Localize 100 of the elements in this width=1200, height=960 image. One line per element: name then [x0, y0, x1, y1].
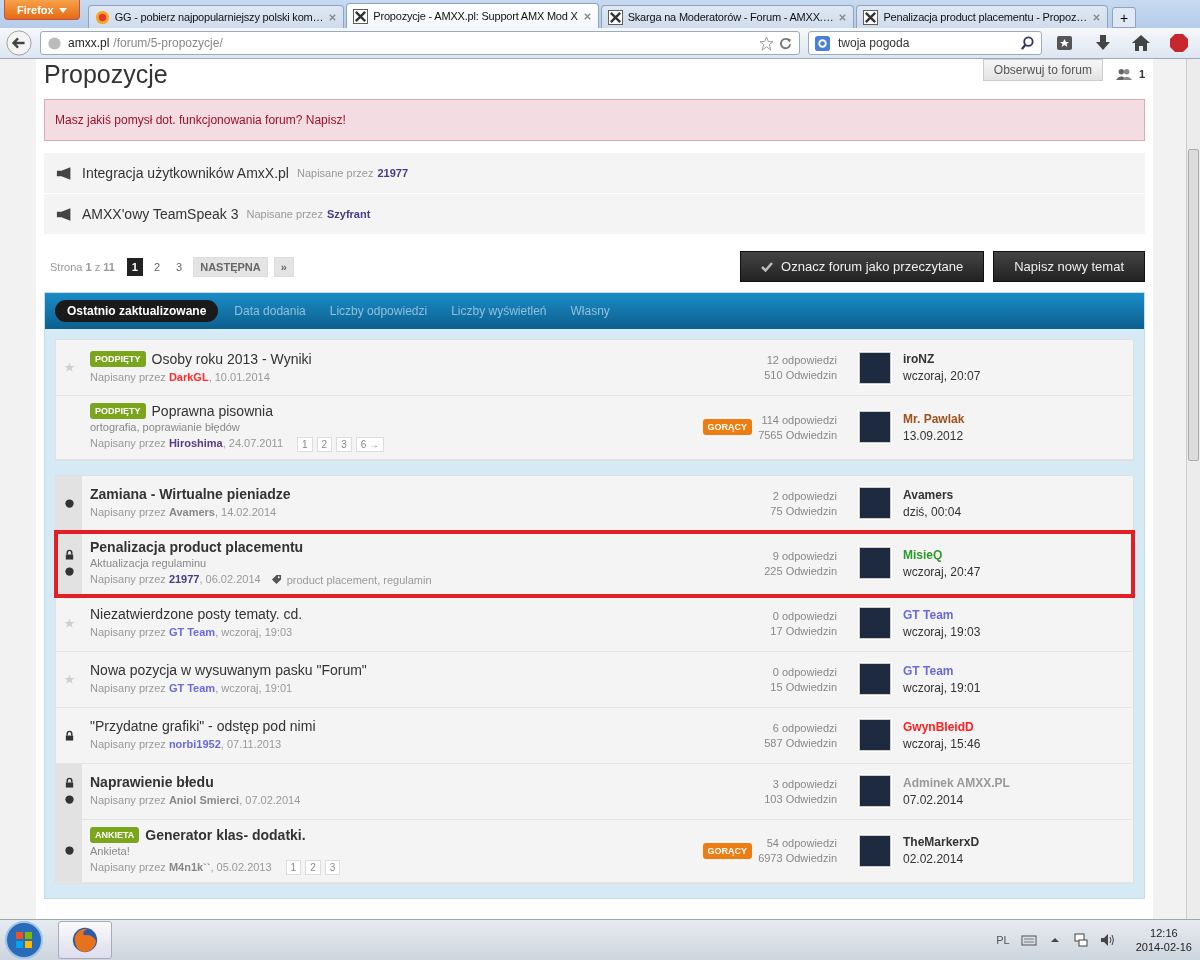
- last-poster-link[interactable]: Mr. Pawlak: [903, 411, 1133, 426]
- reply-count: 114 odpowiedzi: [761, 413, 837, 426]
- close-icon[interactable]: [1092, 12, 1101, 22]
- page-link[interactable]: 2: [316, 436, 333, 452]
- author-link[interactable]: 21977: [168, 572, 200, 585]
- search-engine-icon[interactable]: [815, 35, 830, 51]
- page-link[interactable]: 6 →: [355, 436, 385, 452]
- page-link[interactable]: 3: [336, 436, 352, 452]
- close-icon[interactable]: [328, 12, 338, 22]
- avatar-placeholder: [859, 663, 891, 696]
- author-link[interactable]: 21977: [377, 167, 408, 179]
- browser-tab[interactable]: GG - pobierz najpopularniejszy polski kom…: [87, 5, 345, 28]
- browser-tab[interactable]: Propozycje - AMXX.pl: Support AMX Mod X: [346, 3, 599, 28]
- follow-forum-button[interactable]: Obserwuj to forum: [982, 59, 1103, 81]
- taskbar-app-button[interactable]: [58, 921, 112, 959]
- topic-title[interactable]: Generator klas- dodatki.: [145, 826, 306, 843]
- author-link[interactable]: Hiroshima: [168, 437, 223, 449]
- close-icon[interactable]: [838, 12, 848, 22]
- page-link[interactable]: 1: [126, 257, 143, 276]
- sort-tab[interactable]: Ostatnio zaktualizowane: [55, 300, 219, 322]
- next-page-button[interactable]: NASTĘPNA: [193, 256, 268, 277]
- star-icon[interactable]: [759, 35, 774, 51]
- fox-globe-icon: [71, 926, 99, 954]
- clock-time[interactable]: 12:16: [1150, 927, 1178, 939]
- browser-tab[interactable]: Penalizacja product placementu - Propoz…: [856, 5, 1108, 28]
- view-count: 17 Odwiedzin: [770, 624, 837, 637]
- page-indicator: Strona 1 z 11: [50, 260, 115, 273]
- topic-title[interactable]: Osoby roku 2013 - Wyniki: [151, 350, 312, 367]
- last-page-button[interactable]: »: [273, 256, 294, 277]
- page-link[interactable]: 2: [149, 257, 166, 276]
- search-field[interactable]: twoja pogoda: [808, 31, 1042, 55]
- followers-count: 1: [1138, 68, 1145, 80]
- back-icon[interactable]: [6, 30, 32, 56]
- language-indicator[interactable]: PL: [996, 934, 1010, 946]
- topic-byline: Napisany przez GT Team, wczoraj, 19:03: [90, 626, 293, 639]
- topic-title[interactable]: Niezatwierdzone posty tematy. cd.: [90, 606, 303, 623]
- topic-badge: ANKIETA: [90, 826, 140, 843]
- tab-title: Propozycje - AMXX.pl: Support AMX Mod X: [373, 10, 578, 22]
- volume-icon[interactable]: [1098, 932, 1115, 948]
- avatar-placeholder: [859, 775, 891, 808]
- topic-title[interactable]: Penalizacja product placementu: [90, 538, 304, 555]
- topic-title[interactable]: Nowa pozycja w wysuwanym pasku "Forum": [90, 662, 367, 679]
- last-post-date: wczoraj, 19:03: [903, 624, 982, 639]
- reload-icon[interactable]: [778, 35, 793, 51]
- last-post-date: dziś, 00:04: [903, 504, 963, 519]
- avatar-placeholder: [859, 351, 891, 384]
- avatar-placeholder: [859, 411, 891, 444]
- topic-title[interactable]: "Przydatne grafiki" - odstęp pod nimi: [90, 718, 316, 735]
- tag-icon: [270, 574, 282, 586]
- view-count: 103 Odwiedzin: [764, 792, 837, 805]
- last-poster-link[interactable]: GwynBleidD: [903, 719, 1133, 734]
- topic-byline: Napisany przez DarkGL, 10.01.2014: [90, 370, 270, 383]
- home-icon[interactable]: [1131, 33, 1151, 53]
- last-post-date: wczoraj, 20:07: [903, 369, 982, 383]
- view-count: 15 Odwiedzin: [770, 680, 837, 693]
- reply-count: 9 odpowiedzi: [772, 549, 837, 562]
- users-icon: [1114, 67, 1133, 81]
- adblock-icon[interactable]: [1169, 33, 1189, 53]
- last-poster-link[interactable]: GT Team: [903, 663, 1133, 678]
- clock-date[interactable]: 2014-02-16: [1135, 941, 1192, 953]
- last-poster-link[interactable]: iroNZ: [903, 352, 1133, 366]
- last-poster-link[interactable]: GT Team: [903, 607, 1133, 622]
- page-link[interactable]: 3: [171, 257, 188, 276]
- topic-title[interactable]: Naprawienie błedu: [90, 774, 214, 791]
- last-poster-link[interactable]: Avamers: [903, 487, 1133, 502]
- topic-byline: Napisany przez 21977, 06.02.2014: [90, 572, 261, 585]
- new-topic-button[interactable]: Napisz nowy temat: [993, 251, 1145, 282]
- network-icon[interactable]: [1072, 932, 1089, 948]
- reply-count: 12 odpowiedzi: [766, 354, 837, 366]
- unread-dot-icon: [63, 845, 75, 857]
- last-poster-link[interactable]: TheMarkerxD: [903, 835, 1133, 850]
- topic-byline: Napisany przez GT Team, wczoraj, 19:01: [90, 682, 293, 695]
- address-bar[interactable]: amxx.pl /forum/5-propozycje/: [40, 31, 800, 55]
- new-tab-button[interactable]: +: [1112, 7, 1136, 28]
- close-icon[interactable]: [582, 11, 592, 21]
- bookmarks-icon[interactable]: [1055, 33, 1075, 53]
- search-icon[interactable]: [1020, 35, 1035, 51]
- scrollbar[interactable]: [1186, 59, 1200, 919]
- topic-byline: Napisany przez Avamers, 14.02.2014: [90, 506, 277, 519]
- announcement-title[interactable]: Integracja użytkowników AmxX.pl: [82, 165, 289, 181]
- start-button-icon[interactable]: [4, 920, 44, 960]
- page-link[interactable]: 1: [285, 860, 302, 876]
- page-link[interactable]: 1: [297, 436, 313, 452]
- author-link[interactable]: Szyfrant: [326, 208, 371, 220]
- star-icon[interactable]: [63, 673, 75, 685]
- reply-count: 0 odpowiedzi: [772, 609, 837, 622]
- star-icon[interactable]: [63, 617, 75, 629]
- author-link[interactable]: norbi1952: [168, 738, 221, 751]
- reply-count: 0 odpowiedzi: [772, 665, 837, 678]
- topic-title[interactable]: Poprawna pisownia: [151, 403, 273, 419]
- topic-title[interactable]: Zamiana - Wirtualne pieniadze: [90, 486, 291, 503]
- page-link[interactable]: 3: [324, 860, 341, 876]
- view-count: 6973 Odwiedzin: [758, 852, 837, 865]
- page-link[interactable]: 2: [305, 860, 321, 876]
- keyboard-icon[interactable]: [1020, 932, 1037, 948]
- announcement-title[interactable]: AMXX'owy TeamSpeak 3: [82, 206, 239, 222]
- star-icon[interactable]: [63, 362, 75, 373]
- author-link[interactable]: DarkGL: [168, 370, 209, 383]
- mark-read-button[interactable]: Oznacz forum jako przeczytane: [740, 251, 985, 282]
- browser-tab[interactable]: Skarga na Moderatorów - Forum - AMXX.…: [600, 5, 855, 28]
